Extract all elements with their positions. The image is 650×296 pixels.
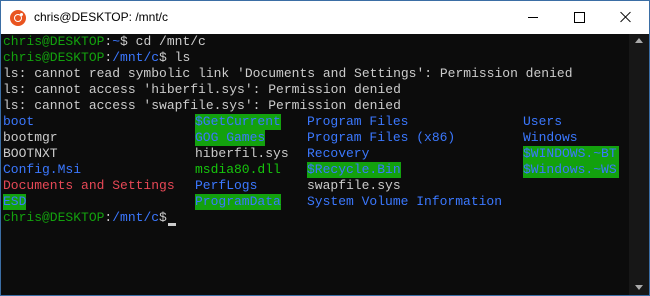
scroll-up-arrow-icon[interactable]: [635, 38, 643, 43]
listing-entry-documents-and-settings: Documents and Settings: [3, 178, 175, 193]
listing-entry-bootmgr: bootmgr: [3, 130, 58, 145]
listing-entry-config-msi: Config.Msi: [3, 162, 82, 177]
listing-entry-hiberfil: hiberfil.sys: [195, 146, 289, 161]
listing-entry-msdia80: msdia80.dll: [195, 162, 281, 177]
listing-entry-users: Users: [523, 114, 563, 129]
scrollbar[interactable]: [629, 34, 649, 295]
prompt-line: chris@DESKTOP:/mnt/c$ ls: [3, 50, 190, 66]
prompt-user: chris@DESKTOP: [3, 34, 105, 49]
listing-entry-recovery: Recovery: [307, 146, 370, 161]
prompt-line: chris@DESKTOP:/mnt/c$: [3, 210, 176, 226]
command-text: $ ls: [159, 50, 191, 65]
listing-entry-gog-games: GOG Games: [195, 130, 266, 146]
prompt-line: chris@DESKTOP:~$ cd /mnt/c: [3, 34, 206, 50]
listing-entry-bootnxt: BOOTNXT: [3, 146, 58, 161]
prompt-path: /mnt/c: [112, 210, 160, 225]
listing-entry-windows-ws: $Windows.~WS: [523, 162, 619, 178]
listing-entry-getcurrent: $GetCurrent: [195, 114, 281, 130]
window-title: chris@DESKTOP: /mnt/c: [34, 10, 168, 24]
title-bar[interactable]: chris@DESKTOP: /mnt/c: [1, 1, 649, 34]
prompt-user: chris@DESKTOP: [3, 50, 105, 65]
listing-entry-system-volume-information: System Volume Information: [307, 194, 503, 209]
listing-entry-windows-bt: $WINDOWS.~BT: [523, 146, 619, 162]
error-line: ls: cannot read symbolic link 'Documents…: [3, 66, 573, 81]
listing-entry-programdata: ProgramData: [195, 194, 281, 210]
error-line: ls: cannot access 'swapfile.sys': Permis…: [3, 98, 401, 113]
terminal-console[interactable]: chris@DESKTOP:~$ cd /mnt/c chris@DESKTOP…: [1, 34, 629, 295]
minimize-icon[interactable]: [510, 1, 556, 34]
text-cursor: [167, 223, 176, 226]
prompt-path: /mnt/c: [112, 50, 160, 65]
close-icon[interactable]: [603, 1, 649, 34]
maximize-icon[interactable]: [556, 1, 602, 34]
command-text: $: [159, 210, 167, 225]
scroll-down-arrow-icon[interactable]: [635, 285, 643, 290]
listing-entry-recycle-bin: $Recycle.Bin: [307, 162, 401, 178]
listing-entry-swapfile: swapfile.sys: [307, 178, 401, 193]
error-line: ls: cannot access 'hiberfil.sys': Permis…: [3, 82, 401, 97]
ubuntu-icon[interactable]: [10, 10, 26, 26]
terminal-window: chris@DESKTOP: /mnt/c chris@DESKTOP:~$ c…: [0, 0, 650, 296]
prompt-path: ~: [112, 34, 121, 49]
listing-entry-esd: ESD: [3, 194, 27, 210]
listing-entry-program-files: Program Files: [307, 114, 409, 129]
listing-entry-windows: Windows: [523, 130, 578, 145]
command-text: $ cd /mnt/c: [120, 34, 206, 49]
listing-entry-perflogs: PerfLogs: [195, 178, 258, 193]
prompt-user: chris@DESKTOP: [3, 210, 105, 225]
listing-entry-boot: boot: [3, 114, 35, 129]
listing-entry-program-files-x86: Program Files (x86): [307, 130, 456, 145]
